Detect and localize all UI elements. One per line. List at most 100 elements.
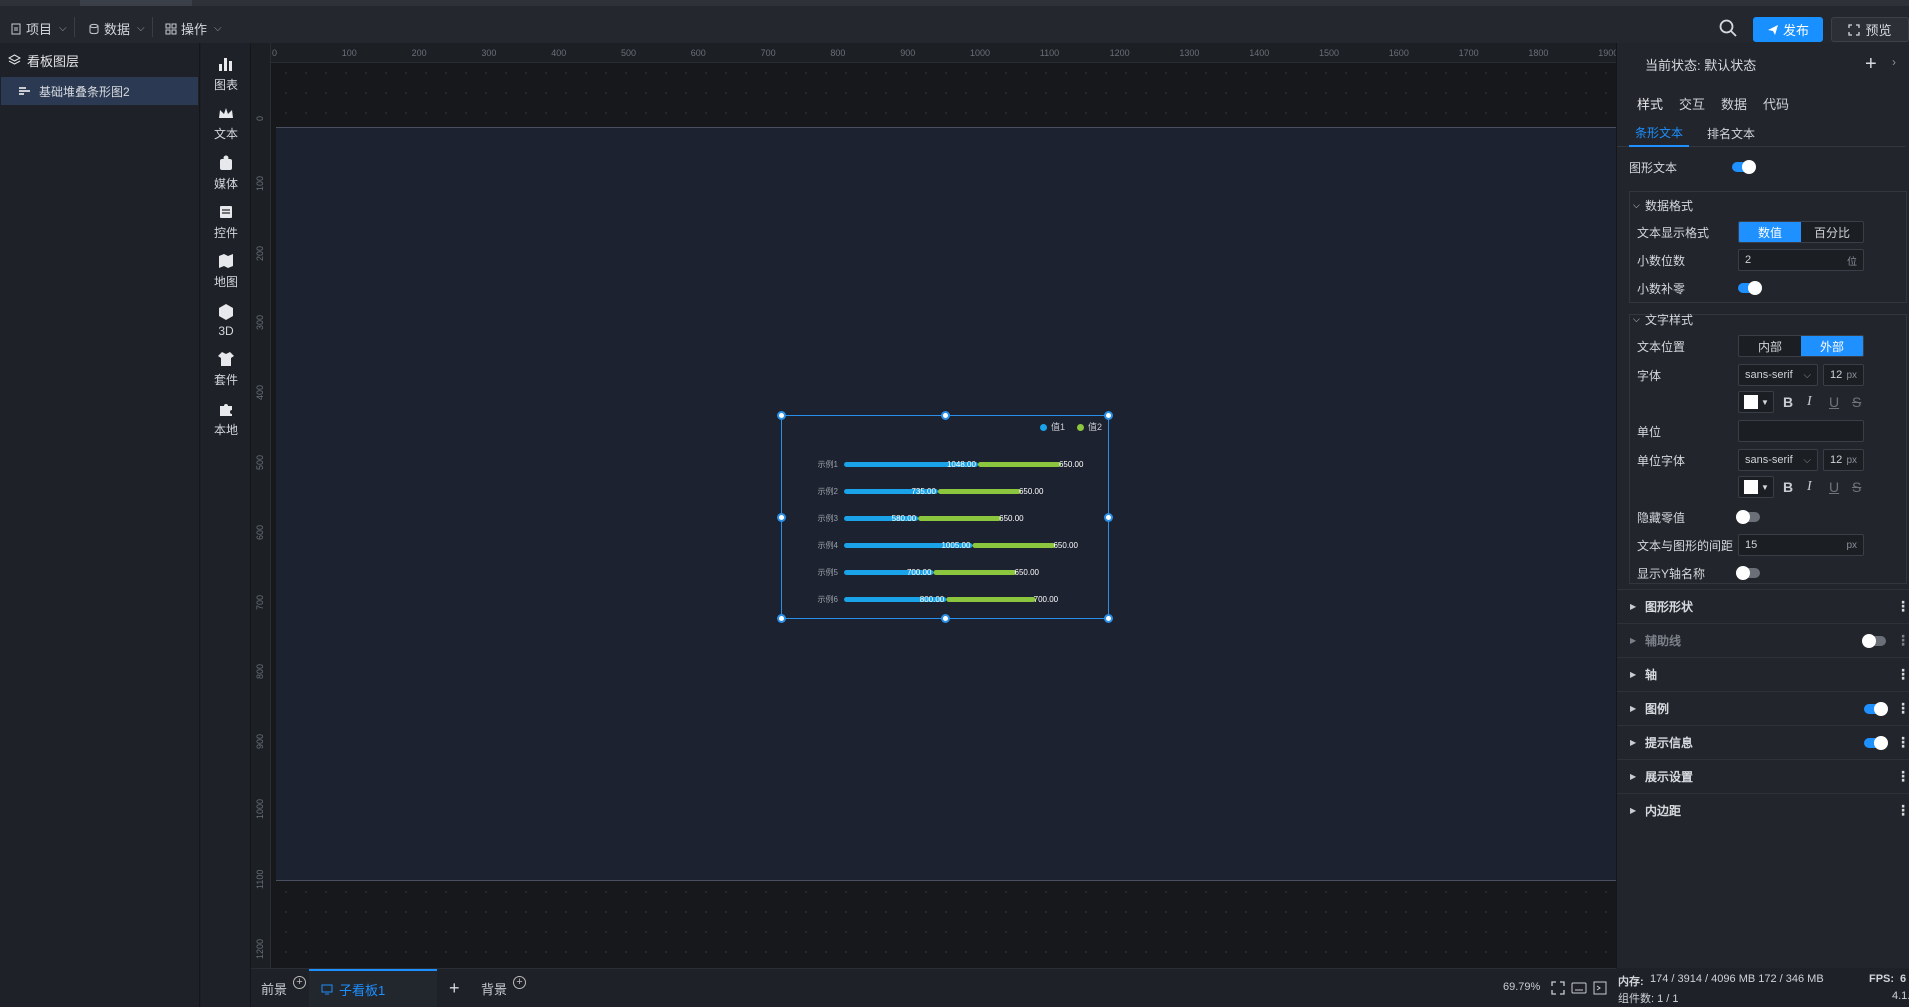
legend-toggle[interactable]: [1864, 702, 1888, 716]
menu-data[interactable]: 数据 ⌵: [88, 17, 153, 38]
text-style-header[interactable]: ⌵ 文字样式: [1617, 305, 1907, 333]
unit-font-size-input[interactable]: 12 px: [1823, 449, 1864, 471]
italic-icon[interactable]: I: [1807, 479, 1812, 495]
more-vertical-icon[interactable]: ⋮: [1896, 632, 1909, 649]
resize-handle[interactable]: [1104, 411, 1113, 420]
canvas-backdrop: [276, 63, 1616, 127]
bold-icon[interactable]: B: [1783, 479, 1793, 495]
more-vertical-icon[interactable]: ⋮: [1896, 734, 1909, 751]
ruler-tick: 1200: [255, 938, 265, 959]
tooltip-toggle[interactable]: [1864, 736, 1888, 750]
section-legend[interactable]: ▶ 图例 ⋮: [1617, 691, 1909, 725]
tab-background[interactable]: 背景 +: [481, 969, 527, 1007]
show-y-name-toggle[interactable]: [1736, 566, 1760, 580]
bar-series2[interactable]: [937, 489, 1021, 494]
underline-icon[interactable]: U: [1829, 394, 1839, 410]
tab-foreground[interactable]: 前景 +: [261, 969, 307, 1007]
unit-font-select[interactable]: sans-serif ⌵: [1738, 449, 1818, 471]
bar-series2[interactable]: [972, 543, 1056, 548]
tool-control[interactable]: 控件: [201, 198, 251, 246]
resize-handle[interactable]: [941, 411, 950, 420]
data-label: 650.00: [1059, 460, 1084, 469]
option-outside[interactable]: 外部: [1801, 336, 1863, 356]
component-count: 组件数: 1 / 1: [1618, 993, 1679, 1005]
strikethrough-icon[interactable]: S: [1852, 394, 1861, 410]
font-color-picker[interactable]: ▼: [1738, 391, 1774, 413]
section-guideline[interactable]: ▶ 辅助线 ⋮: [1617, 623, 1909, 657]
more-vertical-icon[interactable]: ⋮: [1896, 700, 1909, 717]
graphic-text-toggle[interactable]: [1732, 160, 1756, 174]
underline-icon[interactable]: U: [1829, 479, 1839, 495]
menu-operation[interactable]: 操作 ⌵: [165, 19, 222, 38]
add-board-button[interactable]: +: [449, 969, 460, 1007]
resize-handle[interactable]: [777, 614, 786, 623]
add-circle-icon[interactable]: +: [293, 975, 307, 989]
section-tooltip[interactable]: ▶ 提示信息 ⋮: [1617, 725, 1909, 759]
section-padding[interactable]: ▶ 内边距 ⋮: [1617, 793, 1909, 827]
strikethrough-icon[interactable]: S: [1852, 479, 1861, 495]
more-vertical-icon[interactable]: ⋮: [1896, 768, 1909, 785]
option-percent[interactable]: 百分比: [1801, 222, 1863, 242]
chart-widget[interactable]: 值1 值2 示例1 1048.00 650.00 示例2 735.00 650.00 示例3…: [777, 411, 1113, 623]
resize-handle[interactable]: [777, 411, 786, 420]
subtab-bar-text[interactable]: 条形文本: [1629, 121, 1690, 147]
option-inside[interactable]: 内部: [1739, 336, 1801, 356]
keyboard-icon[interactable]: [1571, 981, 1587, 995]
resize-handle[interactable]: [1104, 614, 1113, 623]
tool-text-label: 文本: [213, 127, 238, 141]
resize-handle[interactable]: [941, 614, 950, 623]
tool-chart[interactable]: 图表: [201, 50, 251, 98]
more-vertical-icon[interactable]: ⋮: [1896, 666, 1909, 683]
window-tab[interactable]: [80, 0, 192, 6]
tool-kit[interactable]: 套件: [201, 345, 251, 393]
guideline-toggle[interactable]: [1862, 634, 1886, 648]
unit-font-color-picker[interactable]: ▼: [1738, 476, 1774, 498]
tool-local[interactable]: 本地: [201, 395, 251, 443]
layer-item[interactable]: 基础堆叠条形图2: [1, 77, 198, 105]
data-format-header[interactable]: ⌵ 数据格式: [1617, 191, 1907, 219]
tool-media[interactable]: 媒体: [201, 149, 251, 197]
zero-pad-toggle[interactable]: [1738, 281, 1762, 295]
tab-style[interactable]: 样式: [1629, 85, 1671, 121]
hide-zero-toggle[interactable]: [1736, 510, 1760, 524]
more-vertical-icon[interactable]: ⋮: [1896, 598, 1909, 615]
resize-handle[interactable]: [1104, 513, 1113, 522]
section-display[interactable]: ▶ 展示设置 ⋮: [1617, 759, 1909, 793]
tool-text[interactable]: 文本: [201, 99, 251, 147]
chevron-right-icon[interactable]: ›: [1892, 55, 1896, 69]
tool-map[interactable]: 地图: [201, 247, 251, 295]
cube-icon: [219, 303, 233, 320]
bar-series2[interactable]: [933, 570, 1017, 575]
section-axis[interactable]: ▶ 轴 ⋮: [1617, 657, 1909, 691]
font-size-input[interactable]: 12 px: [1823, 364, 1864, 386]
unit-input[interactable]: [1738, 420, 1864, 442]
publish-button[interactable]: 发布: [1753, 17, 1823, 42]
tab-code[interactable]: 代码: [1755, 85, 1797, 121]
tool-3d[interactable]: 3D: [201, 296, 251, 344]
tab-sub-board[interactable]: 子看板1: [309, 969, 437, 1007]
italic-icon[interactable]: I: [1807, 394, 1812, 410]
search-icon[interactable]: [1718, 18, 1738, 38]
bar-series2[interactable]: [946, 597, 1036, 602]
preview-button[interactable]: 预览: [1831, 17, 1909, 42]
bar-series2[interactable]: [918, 516, 1002, 521]
text-gap-input[interactable]: 15 px: [1738, 534, 1864, 556]
fit-screen-icon[interactable]: [1551, 981, 1565, 995]
subtab-rank-text[interactable]: 排名文本: [1701, 121, 1761, 147]
resize-handle[interactable]: [777, 513, 786, 522]
tab-data[interactable]: 数据: [1713, 85, 1755, 121]
section-shape[interactable]: ▶ 图形形状 ⋮: [1617, 589, 1909, 623]
decimals-input[interactable]: 2 位: [1738, 249, 1864, 271]
font-select[interactable]: sans-serif ⌵: [1738, 364, 1818, 386]
bar-series2[interactable]: [977, 462, 1061, 467]
ruler-tick: 300: [481, 48, 497, 58]
option-value[interactable]: 数值: [1739, 222, 1801, 242]
tab-interaction[interactable]: 交互: [1671, 85, 1713, 121]
add-circle-icon[interactable]: +: [513, 975, 527, 989]
add-state-button[interactable]: +: [1865, 53, 1877, 76]
more-vertical-icon[interactable]: ⋮: [1896, 802, 1909, 819]
terminal-icon[interactable]: [1593, 981, 1607, 995]
menu-project[interactable]: 项目 ⌵: [10, 17, 75, 38]
bold-icon[interactable]: B: [1783, 394, 1793, 410]
layers-header: 看板图层: [0, 43, 199, 77]
